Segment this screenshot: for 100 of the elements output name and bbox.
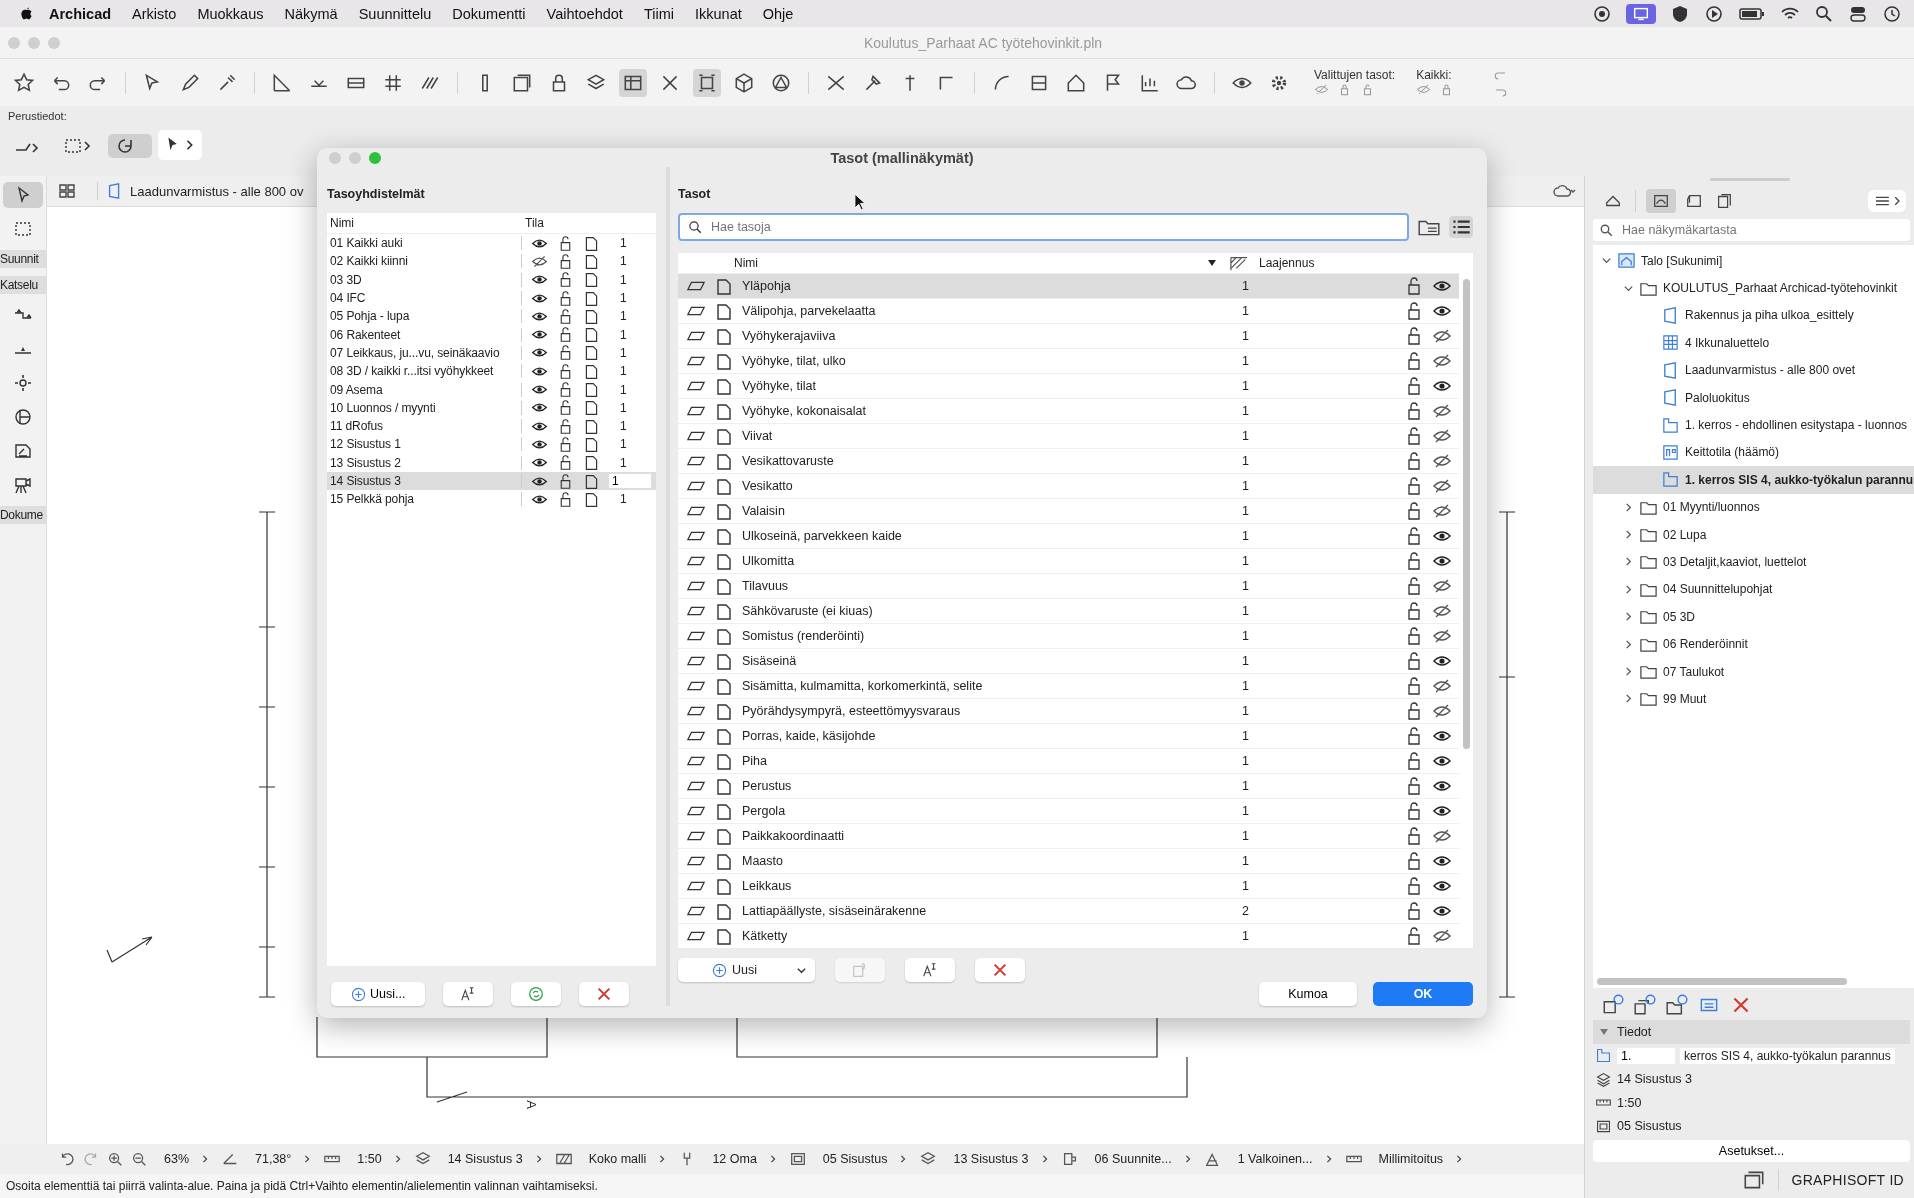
combination-row[interactable]: 10 Luonnos / myynti 1 [327, 398, 656, 417]
layer-row[interactable]: Vyöhyke, kokonaisalat 1 [678, 398, 1459, 423]
chevron-icon[interactable] [1623, 501, 1634, 513]
chevron-icon[interactable] [1623, 693, 1634, 705]
layer-row[interactable]: Viivat 1 [678, 423, 1459, 448]
page-icon[interactable] [583, 326, 600, 344]
menu-item[interactable]: Tiimi [643, 5, 674, 22]
layer-row[interactable]: Sisämitta, kulmamitta, korkomerkintä, selite 1 [678, 673, 1459, 698]
number-field[interactable]: 1 [608, 473, 652, 489]
layer-row[interactable]: Leikkaus 1 [678, 873, 1459, 898]
toolbox-group-label[interactable]: Katselu [0, 276, 46, 294]
status-item[interactable]: 12 Oma [712, 1152, 757, 1166]
menu-item[interactable]: Ikkunat [694, 5, 742, 22]
layer-row[interactable]: Piha 1 [678, 748, 1459, 773]
page-icon[interactable] [583, 399, 600, 417]
tree-item[interactable]: Keittotila (häämö) [1593, 438, 1914, 467]
layer-row[interactable]: Ulkoseinä, parvekkeen kaide 1 [678, 523, 1459, 548]
page-icon[interactable] [583, 344, 600, 362]
layer-row[interactable]: Maasto 1 [678, 848, 1459, 873]
details-header-bar[interactable]: Tiedot [1593, 1020, 1910, 1044]
combination-row[interactable]: 06 Rakenteet 1 [327, 325, 656, 344]
toolbox-group-label[interactable]: Dokume [0, 506, 46, 524]
tree-item[interactable]: 99 Muut [1593, 685, 1914, 713]
chevron-icon[interactable] [1623, 583, 1634, 595]
layer-row[interactable]: Vyöhykerajaviiva 1 [678, 323, 1459, 348]
arrow-tool-icon[interactable] [3, 182, 43, 208]
search-field[interactable]: Hae tasoja [709, 219, 1407, 235]
tree-item[interactable]: 02 Lupa [1593, 520, 1914, 549]
refresh-button[interactable] [511, 982, 562, 1006]
layer-row[interactable]: Sisäseinä 1 [678, 648, 1459, 673]
layer-row[interactable]: Porras, kaide, käsijohde 1 [678, 723, 1459, 748]
combination-row[interactable]: 08 3D / kaikki r...itsi vyöhykkeet 1 [327, 362, 656, 381]
chevron-icon[interactable] [1623, 638, 1634, 650]
layer-row[interactable]: Pergola 1 [678, 798, 1459, 823]
layer-row[interactable]: Ulkomitta 1 [678, 548, 1459, 573]
page-icon[interactable] [714, 801, 734, 821]
chevron-icon[interactable] [1623, 666, 1634, 678]
menu-item[interactable]: Näkymä [284, 5, 338, 22]
status-tray-icon[interactable] [1592, 3, 1612, 24]
status-item[interactable]: 14 Sisustus 3 [447, 1152, 523, 1166]
page-icon[interactable] [583, 435, 600, 453]
settings-button[interactable]: Asetukset... [1593, 1140, 1910, 1162]
frame-icon[interactable] [693, 68, 721, 97]
table-icon[interactable] [619, 68, 647, 97]
tree-item[interactable]: 03 Detaljit,kaaviot, luettelot [1593, 548, 1914, 576]
view-icon[interactable] [788, 1150, 807, 1168]
view-tab[interactable]: Laadunvarmistus - alle 800 ov [97, 182, 312, 200]
column-header[interactable]: Nimi [734, 256, 1207, 270]
cancel-button[interactable]: Kumoa [1259, 982, 1357, 1006]
menu-item[interactable]: Ohje [762, 5, 794, 22]
status-item[interactable]: 05 Sisustus [822, 1152, 888, 1166]
page-icon[interactable] [714, 601, 734, 621]
tree-item[interactable]: 06 Renderöinnit [1593, 630, 1914, 658]
page-icon[interactable] [714, 501, 734, 521]
cursor-icon[interactable] [158, 130, 202, 160]
page-icon[interactable] [714, 476, 734, 496]
layer-row[interactable]: Vesikatto 1 [678, 473, 1459, 498]
page-icon[interactable] [714, 351, 734, 371]
tree-item[interactable]: KOULUTUS_Parhaat Archicad-työtehovinkit [1593, 274, 1914, 302]
page-icon[interactable] [714, 851, 734, 871]
combination-row[interactable]: 02 Kaikki kiinni 1 [327, 252, 656, 271]
rotate-icon[interactable] [108, 134, 152, 158]
page-icon[interactable] [583, 381, 600, 398]
shield-icon[interactable] [1670, 3, 1690, 24]
tree-item[interactable]: 4 Ikkunaluettelo [1593, 329, 1914, 357]
page-icon[interactable] [583, 454, 600, 472]
layer-row[interactable]: Vyöhyke, tilat, ulko 1 [678, 348, 1459, 373]
combination-row[interactable]: 07 Leikkaus, ju...vu, seinäkaavio 1 [327, 343, 656, 363]
tree-item[interactable]: Paloluokitus [1593, 383, 1914, 412]
page-icon[interactable] [714, 926, 734, 946]
layer-row[interactable]: Somistus (renderöinti) 1 [678, 623, 1459, 648]
menu-icon[interactable] [1868, 190, 1906, 212]
new-layer-button[interactable]: Uusi [678, 958, 815, 982]
menu-item[interactable]: Archicad [49, 5, 112, 22]
page-icon[interactable] [714, 426, 734, 446]
brand-label[interactable]: GRAPHISOFT ID [1791, 1172, 1904, 1188]
page-icon[interactable] [714, 301, 734, 321]
layer-row[interactable]: Vyöhyke, tilat 1 [678, 373, 1459, 398]
new-folder-icon[interactable] [1665, 994, 1689, 1016]
layer-row[interactable]: Välipohja, parvekelaatta 1 [678, 298, 1459, 323]
combination-row[interactable]: 12 Sisustus 1 1 [327, 435, 656, 454]
combination-row[interactable]: 15 Pelkkä pohja 1 [327, 490, 656, 509]
tree-item[interactable]: Laadunvarmistus - alle 800 ovet [1593, 356, 1914, 384]
tree-item[interactable]: Rakennus ja piha ulkoa_esittely [1593, 301, 1914, 330]
column-header[interactable]: Tila [525, 216, 544, 230]
tree-item[interactable]: 1. kerros - ehdollinen esitystapa - luonnos [1593, 411, 1914, 439]
page-icon[interactable] [714, 401, 734, 421]
tree-item[interactable]: 1. kerros SIS 4, aukko-työkalun parannu [1593, 466, 1914, 494]
ok-button[interactable]: OK [1373, 982, 1473, 1006]
search-box[interactable]: Hae tasoja [678, 213, 1409, 241]
rename-button[interactable] [905, 958, 955, 982]
page-icon[interactable] [714, 551, 734, 571]
search-field[interactable]: Hae näkymäkartasta [1620, 222, 1910, 238]
layer-row[interactable]: Vesikattovaruste 1 [678, 448, 1459, 473]
list-view-icon[interactable] [1449, 216, 1473, 238]
rename-button[interactable] [443, 982, 494, 1006]
column-header[interactable]: Laajennus [1259, 256, 1359, 270]
combination-row[interactable]: 14 Sisustus 3 1 [327, 471, 656, 491]
layer-row[interactable]: Kätketty 1 [678, 923, 1459, 948]
layer-row[interactable]: Valaisin 1 [678, 498, 1459, 523]
